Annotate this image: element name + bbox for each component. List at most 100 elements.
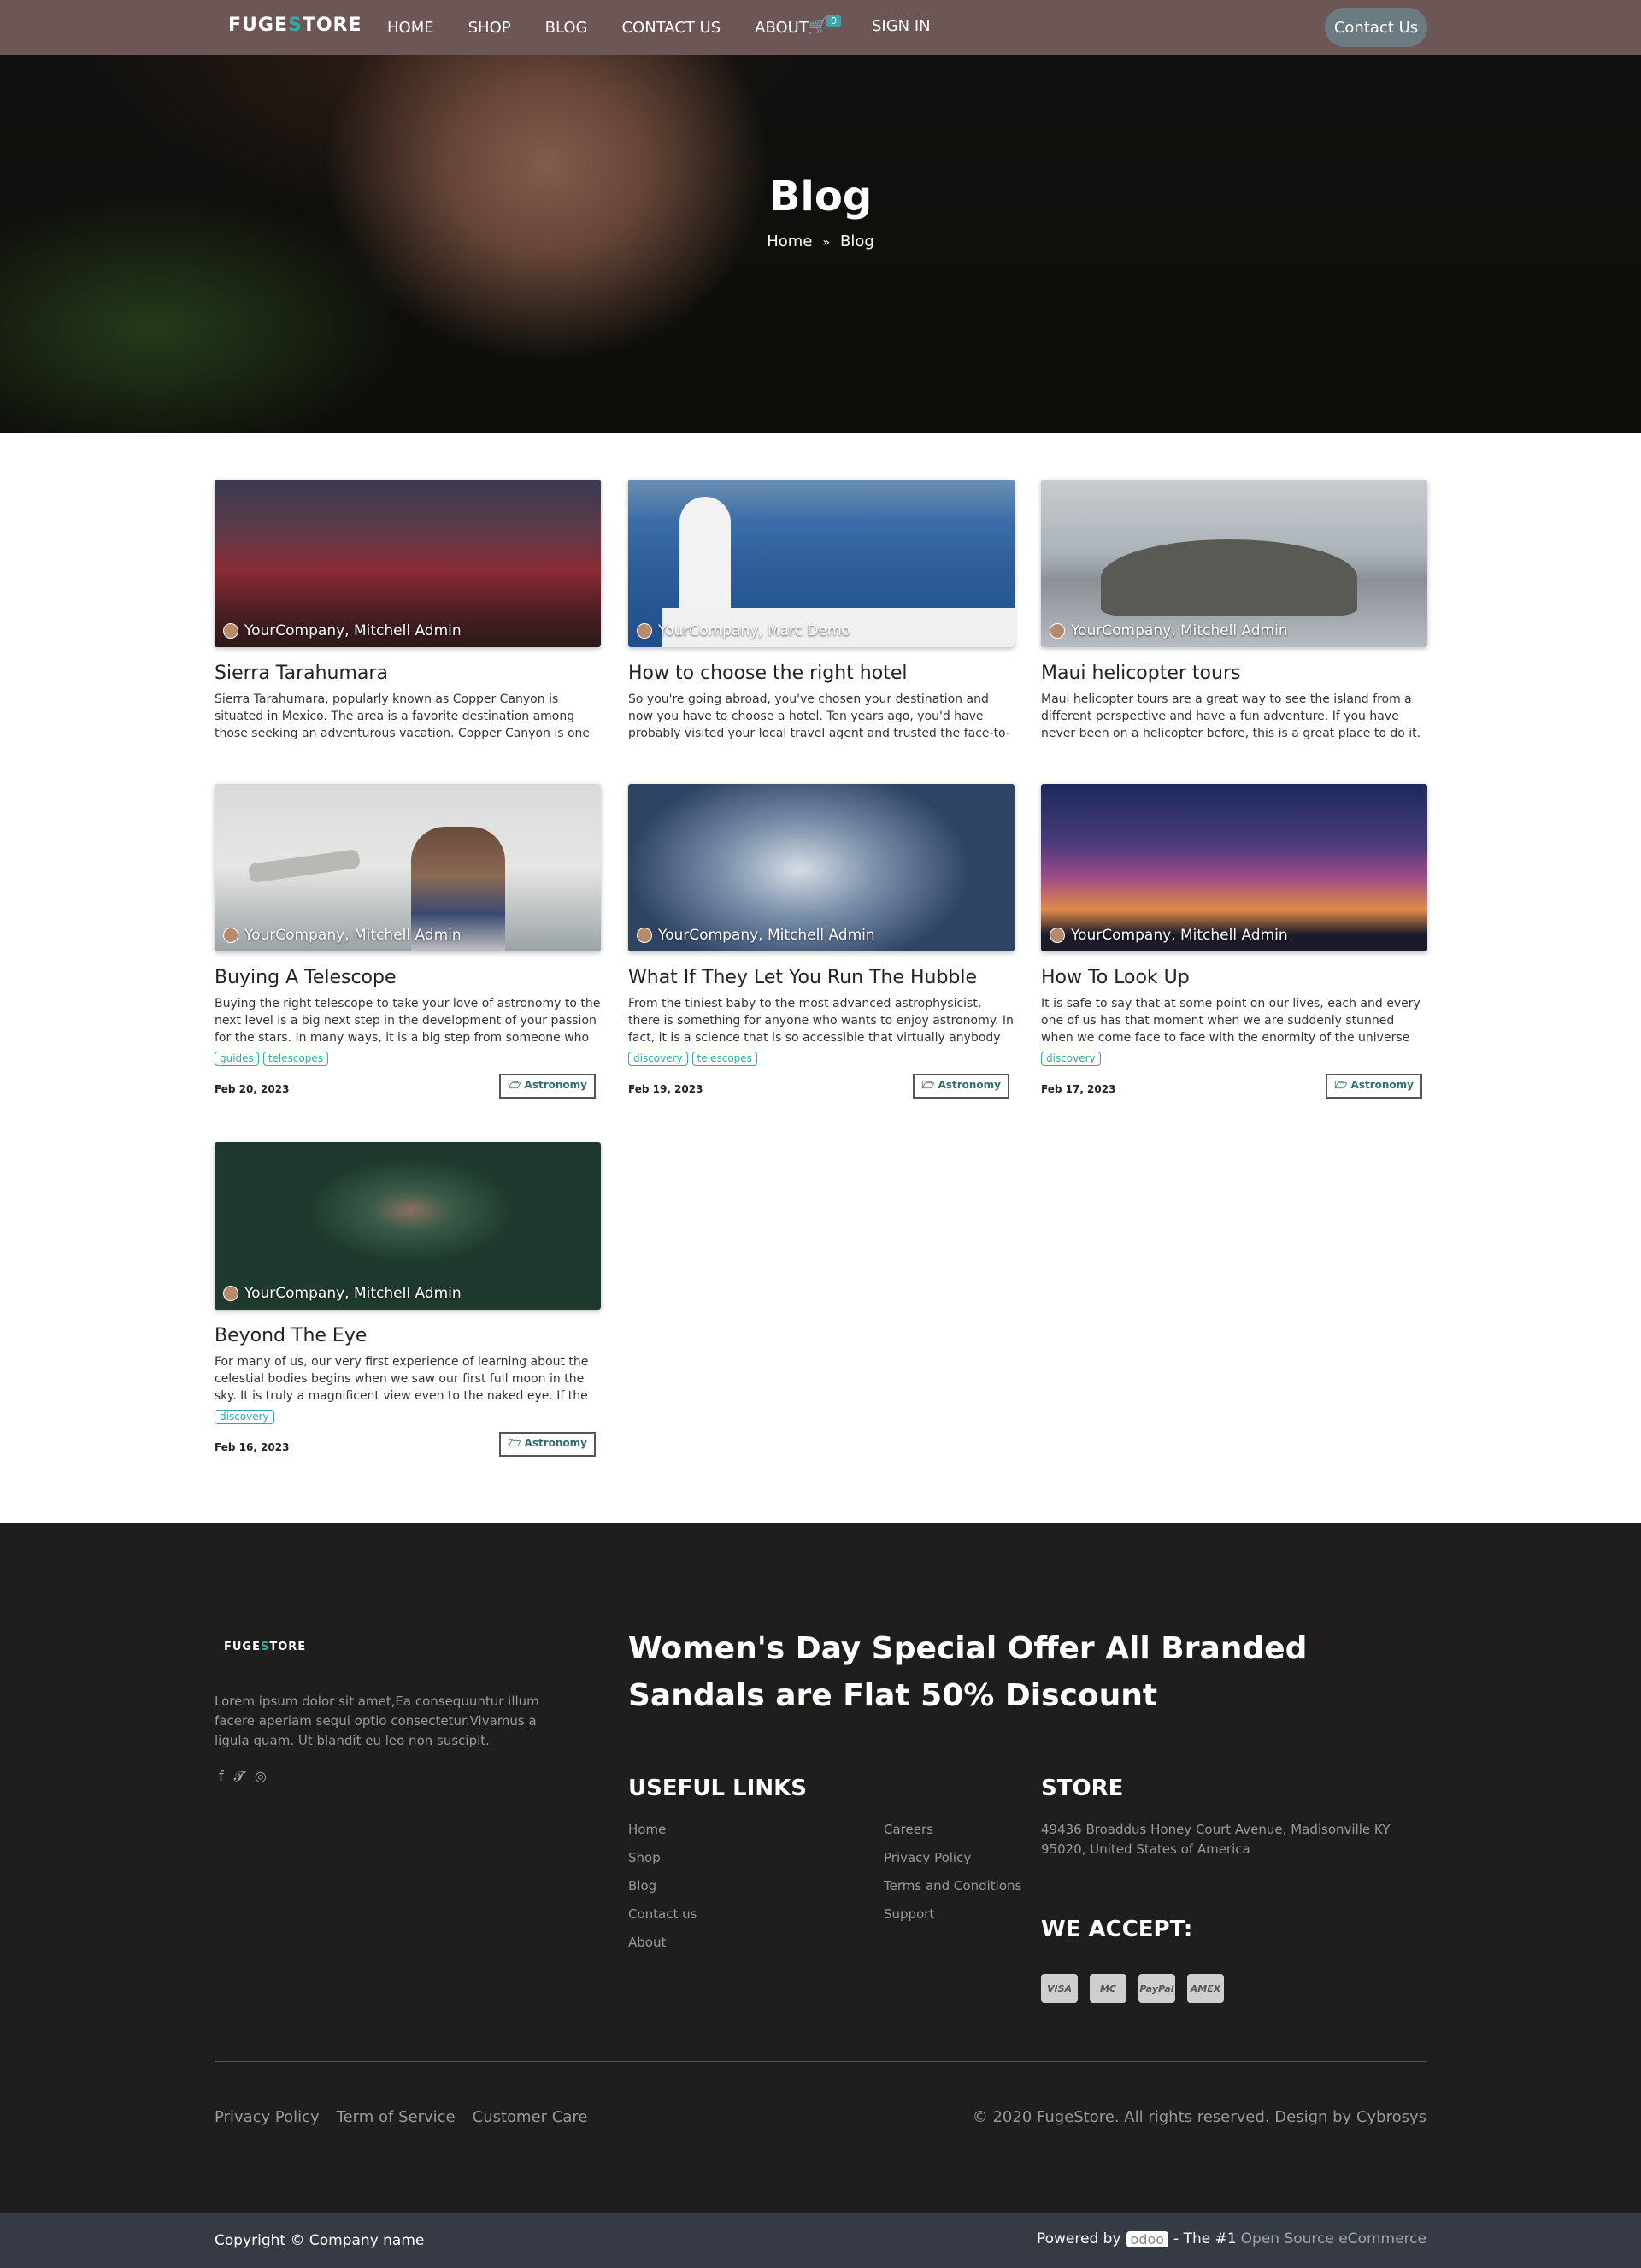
nav-shop[interactable]: SHOP [468, 19, 511, 37]
author-avatar [1050, 623, 1065, 639]
post-title[interactable]: How To Look Up [1041, 967, 1427, 988]
post-tags: guides telescopes [215, 1052, 601, 1067]
the-1-label: - The #1 [1173, 2230, 1237, 2247]
post-cover-image[interactable]: YourCompany, Mitchell Admin [628, 784, 1015, 951]
blog-post-card[interactable]: YourCompany, Mitchell Admin What If They… [628, 784, 1015, 1099]
post-title[interactable]: Beyond The Eye [215, 1325, 601, 1346]
tag-badge[interactable]: discovery [628, 1052, 688, 1066]
bottom-bar: Copyright © Company name Powered by odoo… [0, 2213, 1641, 2268]
post-title[interactable]: What If They Let You Run The Hubble [628, 967, 1015, 988]
page-title: Blog [768, 173, 873, 221]
post-date: Feb 20, 2023 [215, 1083, 290, 1095]
useful-links-col2: Careers Privacy Policy Terms and Conditi… [884, 1822, 1021, 1935]
folder-icon: 🗁 [508, 1437, 525, 1449]
footer-logo[interactable]: FUGESTORE [224, 1641, 306, 1653]
post-cover-image[interactable]: YourCompany, Mitchell Admin [1041, 784, 1427, 951]
post-title[interactable]: Sierra Tarahumara [215, 663, 601, 684]
footer-link-careers[interactable]: Careers [884, 1822, 1021, 1837]
footer-link-privacy-policy[interactable]: Privacy Policy [884, 1850, 1021, 1865]
store-heading: STORE [1041, 1776, 1124, 1801]
category-badge[interactable]: 🗁 Astronomy [499, 1074, 596, 1099]
open-source-ecommerce-link[interactable]: Open Source eCommerce [1241, 2230, 1426, 2247]
category-badge[interactable]: 🗁 Astronomy [499, 1432, 596, 1457]
sign-in-link[interactable]: SIGN IN [872, 17, 931, 35]
blog-post-card[interactable]: YourCompany, Mitchell Admin Sierra Tarah… [215, 480, 601, 742]
tag-badge[interactable]: telescopes [262, 1052, 329, 1066]
post-cover-image[interactable]: YourCompany, Mitchell Admin [1041, 480, 1427, 647]
social-links: f 𝓣 ◎ [219, 1768, 277, 1785]
main-menu: HOME SHOP BLOG CONTACT US ABOUT [387, 0, 843, 55]
post-author: YourCompany, Mitchell Admin [223, 622, 462, 639]
nav-contact-us[interactable]: CONTACT US [621, 19, 721, 37]
blog-post-card[interactable]: YourCompany, Mitchell Admin Buying A Tel… [215, 784, 601, 1099]
instagram-icon[interactable]: ◎ [255, 1768, 267, 1785]
footer-link-shop[interactable]: Shop [628, 1850, 697, 1865]
tag-badge[interactable]: telescopes [691, 1052, 757, 1066]
customer-care-link[interactable]: Customer Care [473, 2108, 588, 2126]
post-title[interactable]: Buying A Telescope [215, 967, 601, 988]
post-cover-image[interactable]: YourCompany, Mitchell Admin [215, 480, 601, 647]
footer-offer-heading: Women's Day Special Offer All Branded Sa… [628, 1631, 1308, 1713]
footer-divider [215, 2061, 1427, 2062]
footer-link-about[interactable]: About [628, 1935, 697, 1950]
odoo-logo[interactable]: odoo [1126, 2230, 1169, 2247]
powered-by-label: Powered by [1036, 2230, 1121, 2247]
author-avatar [637, 928, 652, 943]
post-excerpt: Maui helicopter tours are a great way to… [1041, 692, 1421, 740]
footer-link-home[interactable]: Home [628, 1822, 697, 1837]
blog-post-card[interactable]: YourCompany, Marc Demo How to choose the… [628, 480, 1015, 742]
breadcrumb-home[interactable]: Home [767, 233, 812, 250]
post-author: YourCompany, Mitchell Admin [1050, 927, 1288, 944]
terms-of-service-link[interactable]: Term of Service [337, 2108, 456, 2126]
author-avatar [1050, 928, 1065, 943]
nav-about[interactable]: ABOUT [755, 19, 809, 37]
paypal-icon: PayPal [1138, 1974, 1175, 2003]
folder-icon: 🗁 [921, 1079, 938, 1091]
footer-link-terms[interactable]: Terms and Conditions [884, 1878, 1021, 1894]
tag-badge[interactable]: discovery [1041, 1052, 1101, 1066]
facebook-icon[interactable]: f [219, 1768, 224, 1785]
tag-badge[interactable]: discovery [215, 1410, 274, 1424]
post-excerpt: From the tiniest baby to the most advanc… [628, 997, 1014, 1045]
double-chevron-right-icon: » [822, 236, 830, 250]
tag-badge[interactable]: guides [215, 1052, 259, 1066]
post-date: Feb 16, 2023 [215, 1441, 290, 1453]
post-excerpt: Sierra Tarahumara, popularly known as Co… [215, 692, 591, 740]
post-meta: Feb 19, 2023 🗁 Astronomy [628, 1074, 1015, 1099]
footer-link-support[interactable]: Support [884, 1906, 1021, 1922]
post-cover-image[interactable]: YourCompany, Mitchell Admin [215, 784, 601, 951]
footer-link-contact-us[interactable]: Contact us [628, 1906, 697, 1922]
post-title[interactable]: Maui helicopter tours [1041, 663, 1427, 684]
footer-link-blog[interactable]: Blog [628, 1878, 697, 1894]
site-logo[interactable]: FUGESTORE [228, 15, 362, 36]
category-badge[interactable]: 🗁 Astronomy [1326, 1074, 1422, 1099]
top-navbar: FUGESTORE HOME SHOP BLOG CONTACT US ABOU… [0, 0, 1641, 55]
nav-blog[interactable]: BLOG [545, 19, 588, 37]
twitter-icon[interactable]: 𝓣 [234, 1768, 244, 1785]
post-meta: Feb 16, 2023 🗁 Astronomy [215, 1432, 601, 1458]
post-cover-image[interactable]: YourCompany, Mitchell Admin [215, 1142, 601, 1310]
post-author: YourCompany, Mitchell Admin [1050, 622, 1288, 639]
nav-home[interactable]: HOME [387, 19, 434, 37]
contact-us-button[interactable]: Contact Us [1325, 8, 1427, 47]
author-avatar [223, 928, 238, 943]
payment-methods: VISA MC PayPal AMEX [1041, 1974, 1236, 2003]
post-author: YourCompany, Mitchell Admin [637, 927, 875, 944]
folder-icon: 🗁 [508, 1079, 525, 1091]
company-copyright: Copyright © Company name [215, 2232, 425, 2249]
category-badge[interactable]: 🗁 Astronomy [913, 1074, 1009, 1099]
useful-links-heading: USEFUL LINKS [628, 1776, 807, 1801]
post-title[interactable]: How to choose the right hotel [628, 663, 1015, 684]
post-cover-image[interactable]: YourCompany, Marc Demo [628, 480, 1015, 647]
blog-post-card[interactable]: YourCompany, Mitchell Admin Maui helicop… [1041, 480, 1427, 742]
blog-hero-banner: Blog Home » Blog [0, 55, 1641, 433]
author-avatar [223, 1286, 238, 1301]
post-tags: discovery [215, 1410, 601, 1425]
post-excerpt: It is safe to say that at some point on … [1041, 997, 1420, 1045]
cart-icon[interactable]: 🛒 [807, 15, 828, 36]
folder-icon: 🗁 [1334, 1079, 1351, 1091]
mastercard-icon: MC [1090, 1974, 1126, 2003]
blog-post-card[interactable]: YourCompany, Mitchell Admin How To Look … [1041, 784, 1427, 1099]
blog-post-card[interactable]: YourCompany, Mitchell Admin Beyond The E… [215, 1142, 601, 1458]
privacy-policy-link[interactable]: Privacy Policy [215, 2108, 320, 2126]
